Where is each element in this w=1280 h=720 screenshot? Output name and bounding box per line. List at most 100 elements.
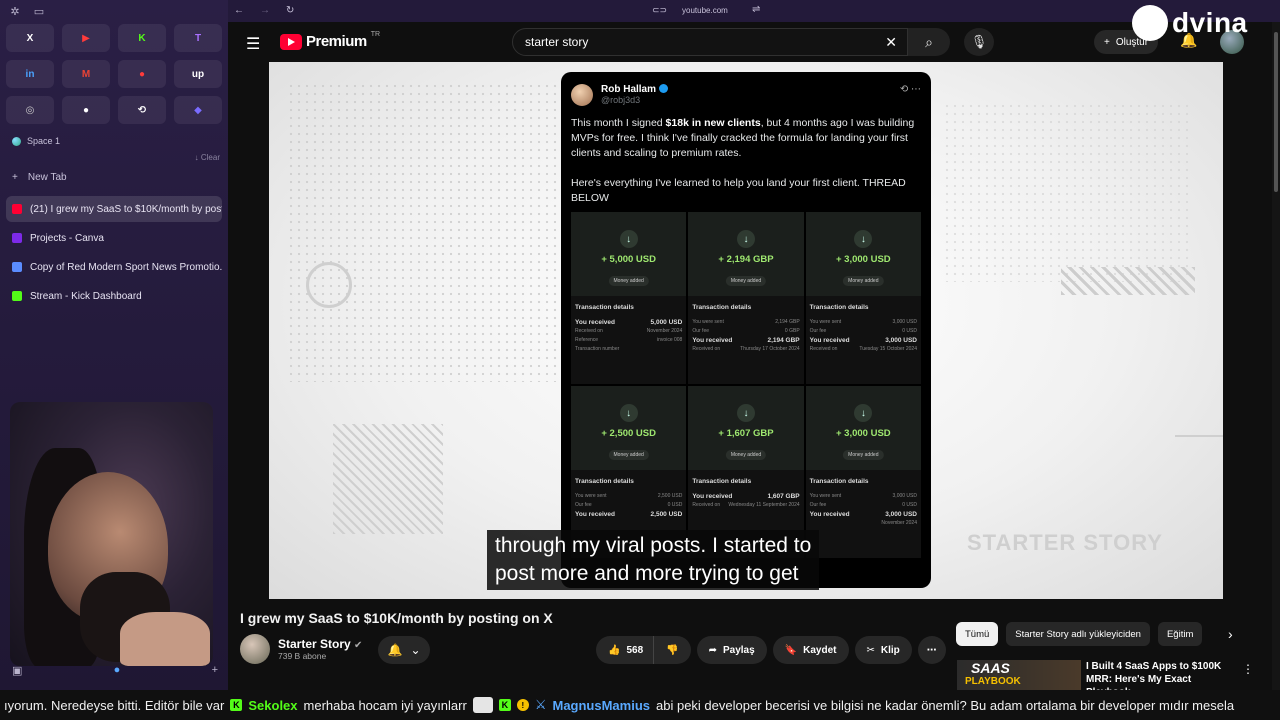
favorite-tile-icon[interactable]: K xyxy=(118,24,166,52)
sidebar-tab[interactable]: Copy of Red Modern Sport News Promotio..… xyxy=(6,254,222,280)
channel-avatar[interactable] xyxy=(240,634,270,664)
sidebar-tab[interactable]: (21) I grew my SaaS to $10K/month by pos… xyxy=(6,196,222,222)
scissors-icon: ✂ xyxy=(866,644,875,656)
tweet-text: This month I signed $18k in new clients,… xyxy=(571,117,915,204)
transaction-card: ↓ + 3,000 USD Money added Transaction detai… xyxy=(805,386,921,558)
dislike-button[interactable]: 👎 xyxy=(653,636,691,664)
archive-icon[interactable]: ▣ xyxy=(12,664,22,677)
favorite-tile-icon[interactable]: ▶ xyxy=(62,24,110,52)
thumbs-up-icon: 👍 xyxy=(608,644,621,656)
filter-chip[interactable]: Tümü xyxy=(956,622,999,646)
youtube-page: ☰ Premium TR ✕ ⌕ 🎙 + Oluştur 🔔 xyxy=(228,22,1272,690)
save-button[interactable]: 🔖 Kaydet xyxy=(772,636,849,664)
stream-watermark: dvina xyxy=(1132,5,1248,41)
page-scrollbar[interactable] xyxy=(1272,22,1280,690)
subscription-bell-button[interactable]: 🔔 ⌄ xyxy=(378,636,430,664)
screen: ✲ ▭ X ▶ K Tin M ● up ◎ ● ⟲ ◆ Space 1 ↓ Clear + New… xyxy=(0,0,1280,720)
sidebar-tab[interactable]: Projects - Canva xyxy=(6,225,222,251)
youtube-play-icon xyxy=(280,33,302,50)
transaction-amount: + 2,500 USD xyxy=(601,428,656,439)
filter-chip[interactable]: Eğitim xyxy=(1157,622,1203,646)
new-tab-button[interactable]: + New Tab xyxy=(12,172,67,183)
favorite-tile-icon[interactable]: ◆ xyxy=(174,96,222,124)
tab-label: (21) I grew my SaaS to $10K/month by pos… xyxy=(30,203,222,215)
more-actions-button[interactable]: ⋯ xyxy=(917,636,946,664)
space-dot-icon[interactable]: ● xyxy=(114,664,121,677)
sword-badge-icon: ⚔ xyxy=(534,697,547,712)
brand-watermark: STARTER STORY xyxy=(967,530,1163,555)
reload-icon[interactable]: ↻ xyxy=(286,5,294,16)
like-button[interactable]: 👍 568 xyxy=(596,636,654,664)
transaction-amount: + 1,607 GBP xyxy=(718,428,774,439)
dvina-logo-icon xyxy=(1132,5,1168,41)
url-text[interactable]: youtube.com xyxy=(682,6,728,15)
youtube-logo[interactable]: Premium TR xyxy=(280,31,380,50)
clear-search-icon[interactable]: ✕ xyxy=(885,34,897,51)
tab-favicon-icon xyxy=(12,262,22,272)
forward-icon[interactable]: → xyxy=(260,5,270,16)
tweet-handle: @robj3d3 xyxy=(601,95,641,105)
chevron-right-icon[interactable]: › xyxy=(1228,626,1233,642)
chevron-down-icon: ⌄ xyxy=(410,643,421,657)
search-button[interactable]: ⌕ xyxy=(908,28,950,56)
video-actions: 👍 568 👎 ➦ Paylaş 🔖 Kaydet ✂ Klip ⋯ xyxy=(596,636,946,664)
clear-tabs-button[interactable]: ↓ Clear xyxy=(195,153,220,162)
arc-logo-icon[interactable]: ✲ xyxy=(8,4,22,18)
transaction-rows: You were sent 3,000 USD Our fee 0 USD You re… xyxy=(809,493,917,526)
favorite-tile-icon[interactable]: T xyxy=(174,24,222,52)
browser-topbar: ← → ↻ ⊂⊃ youtube.com ⇌ xyxy=(228,0,1280,22)
site-info-icon[interactable]: ⊂⊃ xyxy=(652,5,667,16)
recommended-thumbnail[interactable]: SAAS PLAYBOOK xyxy=(957,660,1081,690)
transaction-details-heading: Transaction details xyxy=(809,304,869,311)
money-added-badge: Money added xyxy=(608,450,649,460)
back-icon[interactable]: ← xyxy=(234,5,244,16)
video-title: I grew my SaaS to $10K/month by posting … xyxy=(240,610,553,626)
site-controls-icon[interactable]: ⇌ xyxy=(752,4,760,15)
favorite-tile-icon[interactable]: up xyxy=(174,60,222,88)
menu-icon[interactable]: ☰ xyxy=(246,34,260,54)
sidebar-tab[interactable]: Stream - Kick Dashboard xyxy=(6,283,222,309)
transaction-details-heading: Transaction details xyxy=(575,304,634,311)
favorite-tile-icon[interactable]: X xyxy=(6,24,54,52)
favorite-tile-icon[interactable]: in xyxy=(6,60,54,88)
filter-chip[interactable]: Starter Story adlı yükleyiciden xyxy=(1006,622,1150,646)
voice-search-button[interactable]: 🎙 xyxy=(964,28,994,56)
search-input[interactable] xyxy=(525,35,865,49)
verified-badge-icon xyxy=(659,84,669,93)
sidebar-toolbar: ✲ ▭ xyxy=(8,4,46,18)
recommended-title[interactable]: I Built 4 SaaS Apps to $100K MRR: Here's… xyxy=(1086,660,1236,690)
plus-icon: + xyxy=(1104,36,1110,48)
clip-button[interactable]: ✂ Klip xyxy=(854,636,912,664)
chat-message: merhaba hocam iyi yayınlarr xyxy=(303,697,467,713)
add-space-icon[interactable]: + xyxy=(212,664,218,677)
money-added-badge: Money added xyxy=(608,276,649,286)
recommendation-menu-icon[interactable]: ⋮ xyxy=(1242,662,1254,676)
favorite-tile-icon[interactable]: ⟲ xyxy=(118,96,166,124)
space-label[interactable]: Space 1 xyxy=(12,136,60,146)
share-icon: ➦ xyxy=(708,644,717,656)
transaction-rows: You were sent 2,194 GBP Our fee 0 GBP You re… xyxy=(692,319,800,352)
share-button[interactable]: ➦ Paylaş xyxy=(696,636,767,664)
bookmark-icon: 🔖 xyxy=(784,644,798,656)
filter-chips: Tümü Starter Story adlı yükleyiciden Eğiti… xyxy=(956,622,1203,646)
chat-ticker: ıyorum. Neredeyse bitti. Editör bile var… xyxy=(0,690,1280,720)
channel-name[interactable]: Starter Story xyxy=(278,637,351,651)
favorite-tile-icon[interactable]: M xyxy=(62,60,110,88)
transaction-details-heading: Transaction details xyxy=(692,304,752,311)
transaction-rows: You were sent 3,000 USD Our fee 0 USD You re… xyxy=(809,319,917,352)
subscriber-count: 739 B abone xyxy=(278,651,327,661)
tab-favicon-icon xyxy=(12,233,22,243)
favorite-tile-icon[interactable]: ● xyxy=(62,96,110,124)
video-player[interactable]: STARTER STORY Rob Hallam @robj3d3 ⟲ ⋯ Th… xyxy=(269,62,1223,599)
transaction-card: ↓ + 3,000 USD Money added Transaction detai… xyxy=(805,212,921,384)
arrow-down-icon: ↓ xyxy=(854,230,873,248)
sidebar-bottom-bar: ▣ ● + xyxy=(12,664,218,677)
transaction-amount: + 3,000 USD xyxy=(835,254,891,265)
channel-info: Starter Story ✔ 739 B abone xyxy=(240,634,362,664)
sidebar-toggle-icon[interactable]: ▭ xyxy=(32,4,46,18)
favorite-tile-icon[interactable]: ● xyxy=(118,60,166,88)
arrow-down-icon: ↓ xyxy=(736,230,755,248)
tab-label: Stream - Kick Dashboard xyxy=(30,290,142,302)
transaction-rows: You received 1,607 GBP Received on Wednesda… xyxy=(692,493,800,508)
favorite-tile-icon[interactable]: ◎ xyxy=(6,96,54,124)
